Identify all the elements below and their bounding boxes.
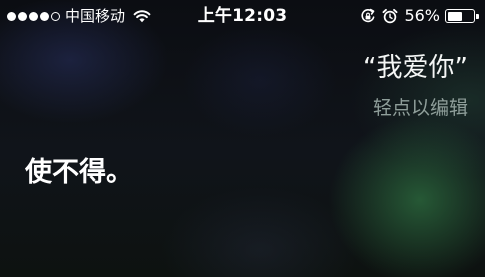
status-right: 56% — [360, 6, 479, 25]
battery-nub — [475, 13, 479, 19]
siri-response-text: 使不得。 — [25, 157, 133, 188]
alarm-clock-icon — [382, 8, 398, 24]
battery-percentage: 56% — [404, 6, 440, 25]
rotation-lock-icon — [361, 8, 375, 23]
battery-level-fill — [447, 11, 462, 21]
tap-to-edit-hint[interactable]: 轻点以编辑 — [373, 96, 468, 120]
siri-query-text[interactable]: “我爱你” — [363, 52, 468, 84]
siri-screen: 中国移动 上午12:03 56% “我爱你” 轻点以编辑 使不得。 — [0, 0, 485, 277]
status-bar: 中国移动 上午12:03 56% — [0, 0, 485, 32]
battery-icon — [445, 9, 479, 23]
